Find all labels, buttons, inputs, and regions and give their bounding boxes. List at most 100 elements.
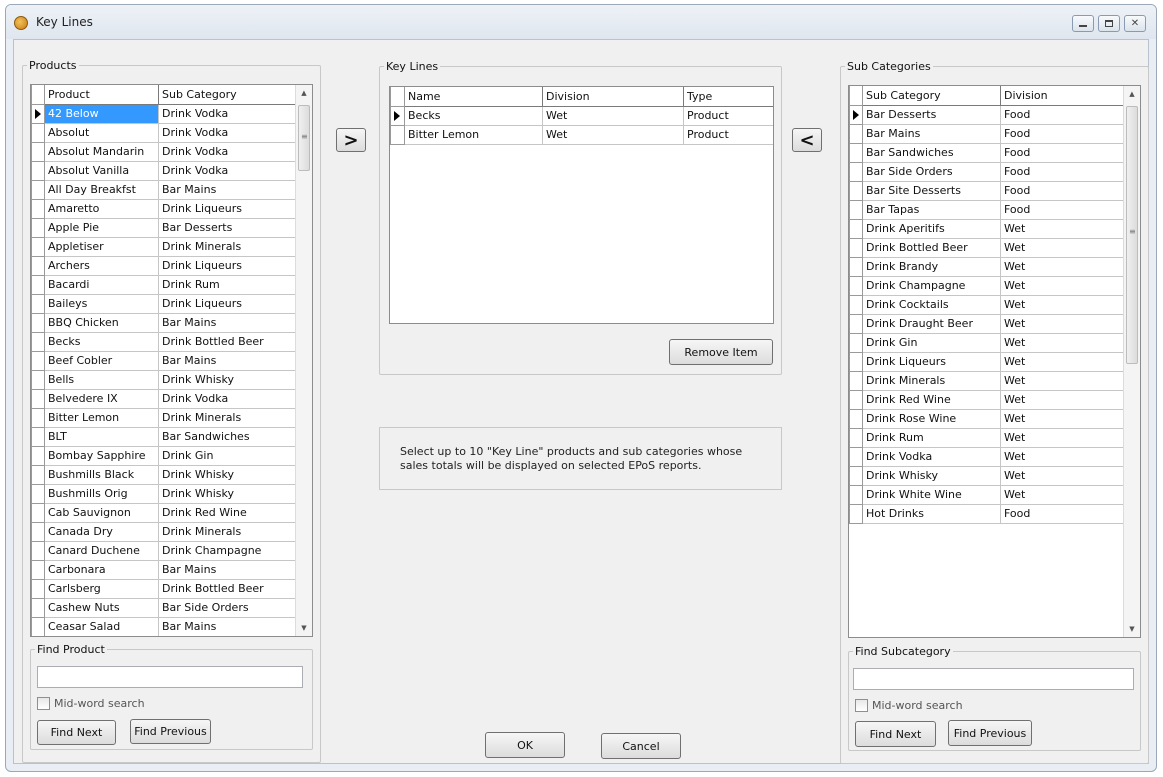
row-indicator[interactable]	[31, 426, 45, 447]
row-indicator[interactable]	[31, 464, 45, 485]
product-subcategory-cell[interactable]: Drink Liqueurs	[158, 198, 298, 219]
row-indicator[interactable]	[849, 275, 863, 296]
row-indicator[interactable]	[31, 236, 45, 257]
row-indicator[interactable]	[31, 559, 45, 580]
product-row[interactable]: Carbonara Bar Mains	[31, 559, 298, 580]
subcategory-division-cell[interactable]: Wet	[1000, 484, 1125, 505]
product-subcategory-cell[interactable]: Drink Red Wine	[158, 502, 298, 523]
subcategory-name-cell[interactable]: Bar Tapas	[862, 199, 1001, 220]
column-header-division[interactable]: Division	[1000, 86, 1125, 106]
subcategory-row[interactable]: Drink Red Wine Wet	[849, 389, 1125, 410]
row-indicator[interactable]	[31, 179, 45, 200]
product-subcategory-cell[interactable]: Drink Whisky	[158, 369, 298, 390]
subcategory-name-cell[interactable]: Drink Minerals	[862, 370, 1001, 391]
column-header-sub-category[interactable]: Sub Category	[158, 85, 298, 105]
subcategory-division-cell[interactable]: Wet	[1000, 313, 1125, 334]
row-indicator[interactable]	[31, 255, 45, 276]
product-name-cell[interactable]: Apple Pie	[44, 217, 159, 238]
products-find-next-button[interactable]: Find Next	[37, 720, 116, 745]
row-indicator[interactable]	[390, 124, 405, 145]
subcategory-division-cell[interactable]: Food	[1000, 503, 1125, 524]
key-line-name-cell[interactable]: Bitter Lemon	[404, 124, 543, 145]
row-indicator[interactable]	[849, 104, 863, 125]
product-subcategory-cell[interactable]: Drink Vodka	[158, 103, 298, 124]
subcategory-name-cell[interactable]: Hot Drinks	[862, 503, 1001, 524]
subcategory-row[interactable]: Bar Sandwiches Food	[849, 142, 1125, 163]
key-line-type-cell[interactable]: Product	[683, 124, 773, 145]
products-find-previous-button[interactable]: Find Previous	[130, 719, 211, 744]
product-subcategory-cell[interactable]: Drink Bottled Beer	[158, 578, 298, 599]
subcategory-name-cell[interactable]: Drink Vodka	[862, 446, 1001, 467]
subcategory-row[interactable]: Bar Site Desserts Food	[849, 180, 1125, 201]
subcategory-division-cell[interactable]: Wet	[1000, 237, 1125, 258]
row-indicator[interactable]	[849, 370, 863, 391]
row-indicator[interactable]	[31, 445, 45, 466]
minimize-button[interactable]	[1072, 15, 1094, 32]
product-name-cell[interactable]: Appletiser	[44, 236, 159, 257]
scroll-down-icon[interactable]: ▼	[1124, 621, 1140, 637]
column-header-type[interactable]: Type	[683, 87, 773, 107]
ok-button[interactable]: OK	[485, 732, 565, 758]
product-name-cell[interactable]: All Day Breakfst	[44, 179, 159, 200]
sub-categories-scrollbar[interactable]: ▲ ≡ ▼	[1123, 86, 1140, 637]
row-indicator[interactable]	[31, 293, 45, 314]
subcategory-name-cell[interactable]: Drink Champagne	[862, 275, 1001, 296]
product-row[interactable]: BBQ Chicken Bar Mains	[31, 312, 298, 333]
product-name-cell[interactable]: Becks	[44, 331, 159, 352]
product-name-cell[interactable]: Bacardi	[44, 274, 159, 295]
subcategory-division-cell[interactable]: Food	[1000, 199, 1125, 220]
row-indicator[interactable]	[31, 502, 45, 523]
product-row[interactable]: Cab Sauvignon Drink Red Wine	[31, 502, 298, 523]
row-indicator[interactable]	[849, 123, 863, 144]
row-indicator[interactable]	[31, 160, 45, 181]
row-indicator[interactable]	[31, 103, 45, 124]
row-indicator[interactable]	[849, 313, 863, 334]
subcategory-row[interactable]: Bar Tapas Food	[849, 199, 1125, 220]
subcategory-name-cell[interactable]: Drink Rum	[862, 427, 1001, 448]
key-line-division-cell[interactable]: Wet	[542, 105, 684, 126]
row-indicator[interactable]	[31, 597, 45, 618]
key-line-row[interactable]: Becks Wet Product	[390, 105, 773, 126]
add-subcategory-to-key-lines-button[interactable]: <	[792, 128, 822, 152]
product-row[interactable]: Cashew Nuts Bar Side Orders	[31, 597, 298, 618]
product-name-cell[interactable]: Bushmills Black	[44, 464, 159, 485]
subcategory-division-cell[interactable]: Wet	[1000, 446, 1125, 467]
row-indicator[interactable]	[31, 483, 45, 504]
product-subcategory-cell[interactable]: Drink Whisky	[158, 483, 298, 504]
row-indicator[interactable]	[849, 465, 863, 486]
column-header-sub-category[interactable]: Sub Category	[862, 86, 1001, 106]
product-name-cell[interactable]: Absolut Mandarin	[44, 141, 159, 162]
product-subcategory-cell[interactable]: Bar Mains	[158, 312, 298, 333]
subcategories-find-next-button[interactable]: Find Next	[855, 721, 936, 747]
row-indicator[interactable]	[849, 503, 863, 524]
row-indicator[interactable]	[849, 180, 863, 201]
subcategory-row[interactable]: Drink Gin Wet	[849, 332, 1125, 353]
subcategory-row[interactable]: Bar Side Orders Food	[849, 161, 1125, 182]
subcategory-row[interactable]: Bar Mains Food	[849, 123, 1125, 144]
product-row[interactable]: Beef Cobler Bar Mains	[31, 350, 298, 371]
product-subcategory-cell[interactable]: Bar Sandwiches	[158, 426, 298, 447]
subcategories-midword-checkbox[interactable]: Mid-word search	[855, 699, 963, 712]
product-row[interactable]: Bushmills Black Drink Whisky	[31, 464, 298, 485]
title-bar[interactable]: Key Lines ✕	[6, 5, 1156, 39]
subcategory-division-cell[interactable]: Wet	[1000, 465, 1125, 486]
product-name-cell[interactable]: Canada Dry	[44, 521, 159, 542]
row-indicator[interactable]	[849, 351, 863, 372]
subcategory-row[interactable]: Drink Rose Wine Wet	[849, 408, 1125, 429]
subcategory-division-cell[interactable]: Food	[1000, 161, 1125, 182]
product-subcategory-cell[interactable]: Bar Side Orders	[158, 597, 298, 618]
products-midword-checkbox[interactable]: Mid-word search	[37, 697, 145, 710]
row-indicator[interactable]	[31, 122, 45, 143]
product-name-cell[interactable]: Bombay Sapphire	[44, 445, 159, 466]
product-row[interactable]: Baileys Drink Liqueurs	[31, 293, 298, 314]
product-row[interactable]: Apple Pie Bar Desserts	[31, 217, 298, 238]
product-subcategory-cell[interactable]: Drink Vodka	[158, 122, 298, 143]
row-indicator[interactable]	[849, 389, 863, 410]
subcategory-name-cell[interactable]: Bar Side Orders	[862, 161, 1001, 182]
subcategory-division-cell[interactable]: Food	[1000, 123, 1125, 144]
product-subcategory-cell[interactable]: Drink Whisky	[158, 464, 298, 485]
scroll-up-icon[interactable]: ▲	[1124, 86, 1140, 102]
subcategory-name-cell[interactable]: Drink Cocktails	[862, 294, 1001, 315]
row-indicator[interactable]	[31, 198, 45, 219]
product-name-cell[interactable]: Bitter Lemon	[44, 407, 159, 428]
